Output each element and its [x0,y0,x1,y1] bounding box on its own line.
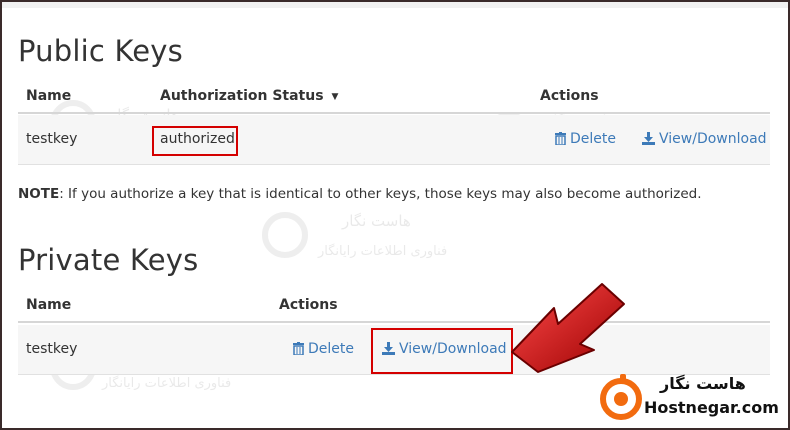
column-header-actions: Actions [279,297,338,313]
logo-persian-text: هاست نگار [660,374,746,393]
view-download-label[interactable]: View/Download [659,131,767,147]
column-header-actions: Actions [540,88,599,104]
public-keys-table-header: Name Authorization Status ▼ Actions [18,82,770,114]
hostnegar-logo-icon [600,374,642,420]
delete-label[interactable]: Delete [308,341,354,357]
sort-caret-icon[interactable]: ▼ [332,92,339,102]
trash-icon [293,342,304,356]
note-text: NOTE: If you authorize a key that is ide… [18,186,701,202]
note-body: : If you authorize a key that is identic… [59,186,702,202]
logo-english-text: Hostnegar.com [644,398,779,417]
column-header-authorization-status-label[interactable]: Authorization Status [160,88,324,104]
trash-icon [555,132,566,146]
private-keys-title: Private Keys [18,243,199,277]
download-icon [642,132,655,145]
column-header-authorization-status[interactable]: Authorization Status ▼ [160,88,338,104]
private-keys-table-header: Name Actions [18,291,770,323]
red-arrow-icon [511,283,625,373]
delete-link[interactable]: Delete [293,341,354,357]
key-name: testkey [26,341,78,357]
authorized-highlight-box [152,126,238,156]
delete-link[interactable]: Delete [555,131,616,147]
view-download-highlight-box [371,328,513,374]
view-download-link[interactable]: View/Download [642,131,767,147]
column-header-name[interactable]: Name [26,297,71,313]
delete-label[interactable]: Delete [570,131,616,147]
column-header-name[interactable]: Name [26,88,71,104]
table-row: testkey authorized Delete View/Download [18,115,770,165]
public-keys-title: Public Keys [18,34,183,68]
note-label: NOTE [18,186,60,202]
key-name: testkey [26,131,78,147]
top-strip [2,2,788,8]
hostnegar-logo: هاست نگار Hostnegar.com [596,372,782,424]
